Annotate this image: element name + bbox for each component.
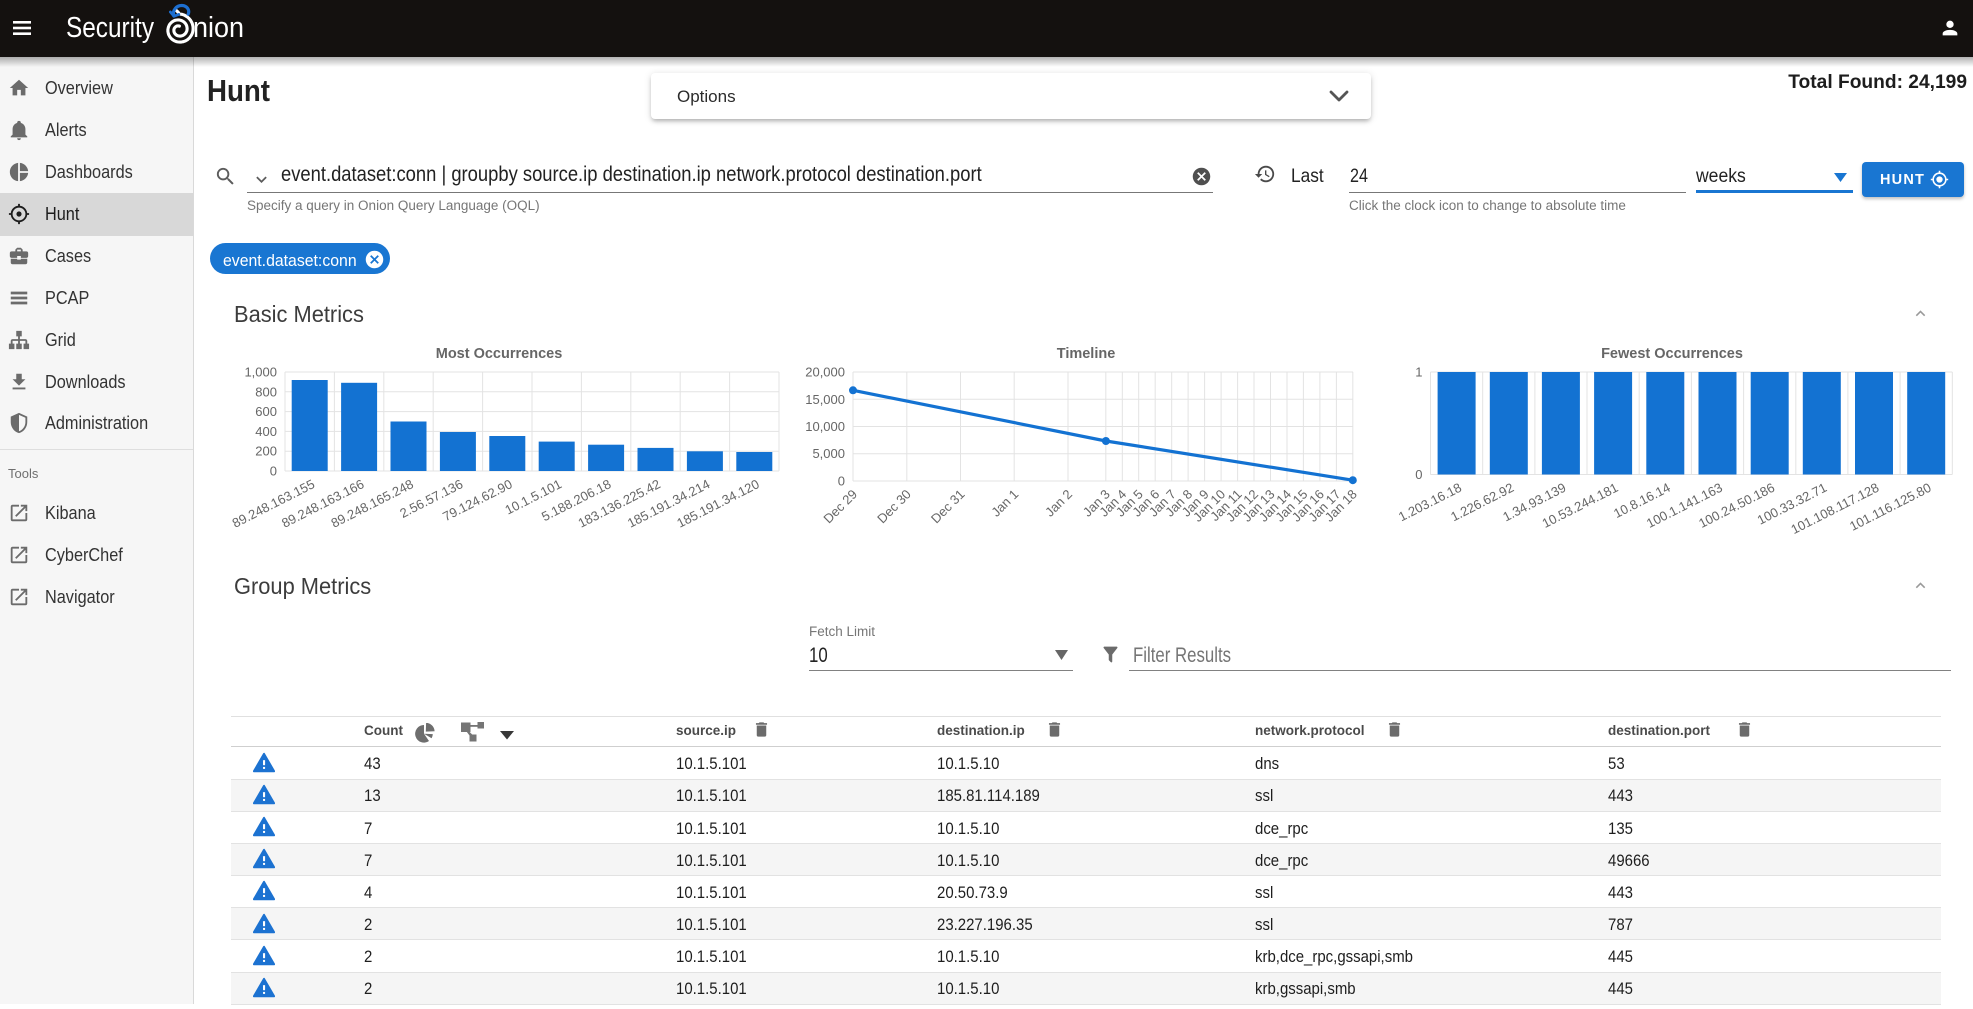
svg-text:0: 0 — [270, 464, 277, 479]
svg-text:600: 600 — [255, 404, 277, 419]
svg-text:Most Occurrences: Most Occurrences — [436, 346, 563, 362]
svg-text:0: 0 — [838, 474, 845, 489]
svg-text:Jan 1: Jan 1 — [988, 487, 1021, 520]
svg-text:Fewest Occurrences: Fewest Occurrences — [1601, 346, 1743, 362]
svg-text:Jan 2: Jan 2 — [1042, 487, 1075, 520]
svg-text:5,000: 5,000 — [812, 446, 845, 461]
svg-text:Dec 30: Dec 30 — [874, 487, 914, 527]
svg-text:101.108.117.128: 101.108.117.128 — [1788, 480, 1881, 537]
svg-text:200: 200 — [255, 444, 277, 459]
svg-text:Timeline: Timeline — [1057, 346, 1116, 362]
svg-text:800: 800 — [255, 384, 277, 399]
svg-text:1,000: 1,000 — [244, 365, 277, 380]
svg-text:Dec 29: Dec 29 — [820, 487, 860, 527]
svg-text:400: 400 — [255, 424, 277, 439]
svg-text:20,000: 20,000 — [805, 365, 845, 380]
svg-text:10,000: 10,000 — [805, 419, 845, 434]
svg-text:1: 1 — [1415, 365, 1422, 380]
svg-text:Dec 31: Dec 31 — [928, 487, 968, 527]
svg-text:89.248.163.155: 89.248.163.155 — [230, 476, 317, 530]
svg-text:0: 0 — [1415, 467, 1422, 482]
svg-text:15,000: 15,000 — [805, 392, 845, 407]
